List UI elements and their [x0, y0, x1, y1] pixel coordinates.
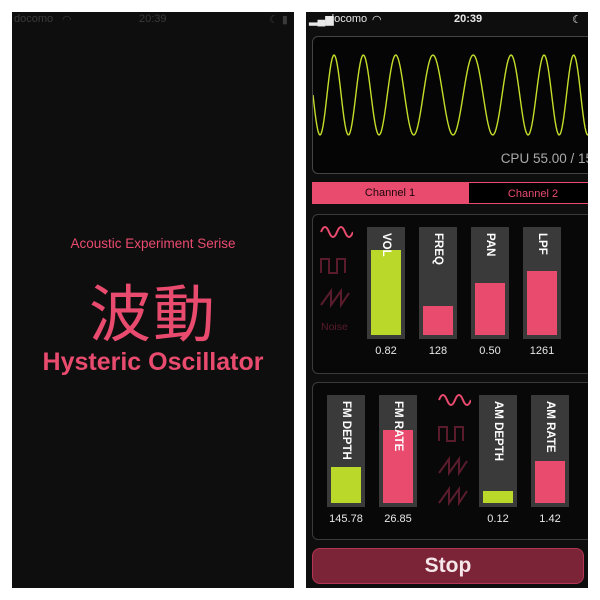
slider-value: 0.50 — [479, 345, 501, 357]
tagline: Acoustic Experiment Serise — [70, 236, 236, 251]
wifi-icon: ◠ — [372, 14, 382, 26]
slider-label: FREQ — [432, 233, 444, 265]
square-wave-icon[interactable] — [437, 423, 471, 445]
slider-value: 0.82 — [375, 345, 397, 357]
slider-value: 26.85 — [384, 513, 412, 525]
slider-label: PAN — [484, 233, 496, 257]
slider-fill — [483, 490, 513, 503]
slider-label: FM RATE — [392, 401, 404, 452]
cpu-readout: CPU 55.00 / 15 — [500, 151, 588, 166]
slider-label: AM DEPTH — [492, 401, 504, 462]
stop-button[interactable]: Stop — [312, 548, 584, 584]
status-bar: docomo ◠ 20:39 ☾ ▮ — [12, 12, 294, 28]
slider-value: 1261 — [529, 345, 555, 357]
channel-panel: Noise VOL 0.82 FREQ 128 PAN 0.50 LPF 1261 — [312, 214, 588, 374]
sine-wave-icon[interactable] — [319, 221, 353, 243]
slider-label: VOL — [380, 233, 392, 257]
oscillator-screen: ▂▄▆ docomo ◠ 20:39 ☾ CPU 55.00 / 15 Chan… — [306, 12, 588, 588]
vol-slider[interactable]: VOL — [367, 227, 405, 339]
tab-channel-2[interactable]: Channel 2 — [468, 182, 588, 204]
channel-tabs: Channel 1 Channel 2 — [312, 182, 588, 204]
lpf-slider[interactable]: LPF — [523, 227, 561, 339]
wifi-icon: ◠ — [62, 14, 72, 26]
sawtooth-wave-icon[interactable] — [437, 485, 471, 507]
sine-wave-icon[interactable] — [437, 389, 471, 411]
fm-depth-slider[interactable]: FM DEPTH — [327, 395, 365, 507]
slider-value: 0.12 — [487, 513, 509, 525]
slider-fill — [535, 461, 565, 503]
freq-slider[interactable]: FREQ — [419, 227, 457, 339]
waveform-line — [313, 54, 588, 136]
square-wave-icon[interactable] — [319, 255, 353, 277]
slider-value: 145.78 — [329, 513, 363, 525]
clock: 20:39 — [139, 13, 167, 25]
slider-fill — [475, 283, 505, 335]
slider-fill — [331, 466, 361, 503]
slider-label: FM DEPTH — [340, 401, 352, 460]
carrier-label: docomo — [14, 13, 54, 25]
slider-label: AM RATE — [544, 401, 556, 453]
status-icons: ☾ ▮ — [269, 14, 288, 26]
app-title: Hysteric Oscillator — [42, 348, 264, 376]
slider-fill — [527, 270, 557, 335]
slider-label: LPF — [536, 233, 548, 255]
modulation-panel: FM DEPTH 145.78 FM RATE 26.85 AM DEPTH 0.12 AM… — [312, 382, 588, 540]
slider-value: 1.42 — [539, 513, 561, 525]
slider-value: 128 — [428, 345, 448, 357]
am-rate-slider[interactable]: AM RATE — [531, 395, 569, 507]
tab-channel-1[interactable]: Channel 1 — [312, 182, 468, 204]
am-depth-slider[interactable]: AM DEPTH — [479, 395, 517, 507]
pan-slider[interactable]: PAN — [471, 227, 509, 339]
sawtooth-wave-icon[interactable] — [319, 287, 353, 309]
noise-wave-option[interactable]: Noise — [321, 321, 348, 333]
clock: 20:39 — [454, 13, 483, 25]
slider-fill — [371, 249, 401, 335]
fm-rate-slider[interactable]: FM RATE — [379, 395, 417, 507]
status-bar: ▂▄▆ docomo ◠ 20:39 ☾ — [306, 12, 588, 28]
slider-fill — [423, 305, 453, 335]
sawtooth-wave-icon[interactable] — [437, 455, 471, 477]
splash-screen: docomo ◠ 20:39 ☾ ▮ Acoustic Experiment S… — [12, 12, 294, 588]
moon-icon: ☾ — [572, 14, 582, 26]
oscilloscope: CPU 55.00 / 15 — [312, 36, 588, 174]
carrier-label: docomo — [328, 13, 368, 25]
app-logo-kanji: 波動 — [88, 278, 217, 351]
